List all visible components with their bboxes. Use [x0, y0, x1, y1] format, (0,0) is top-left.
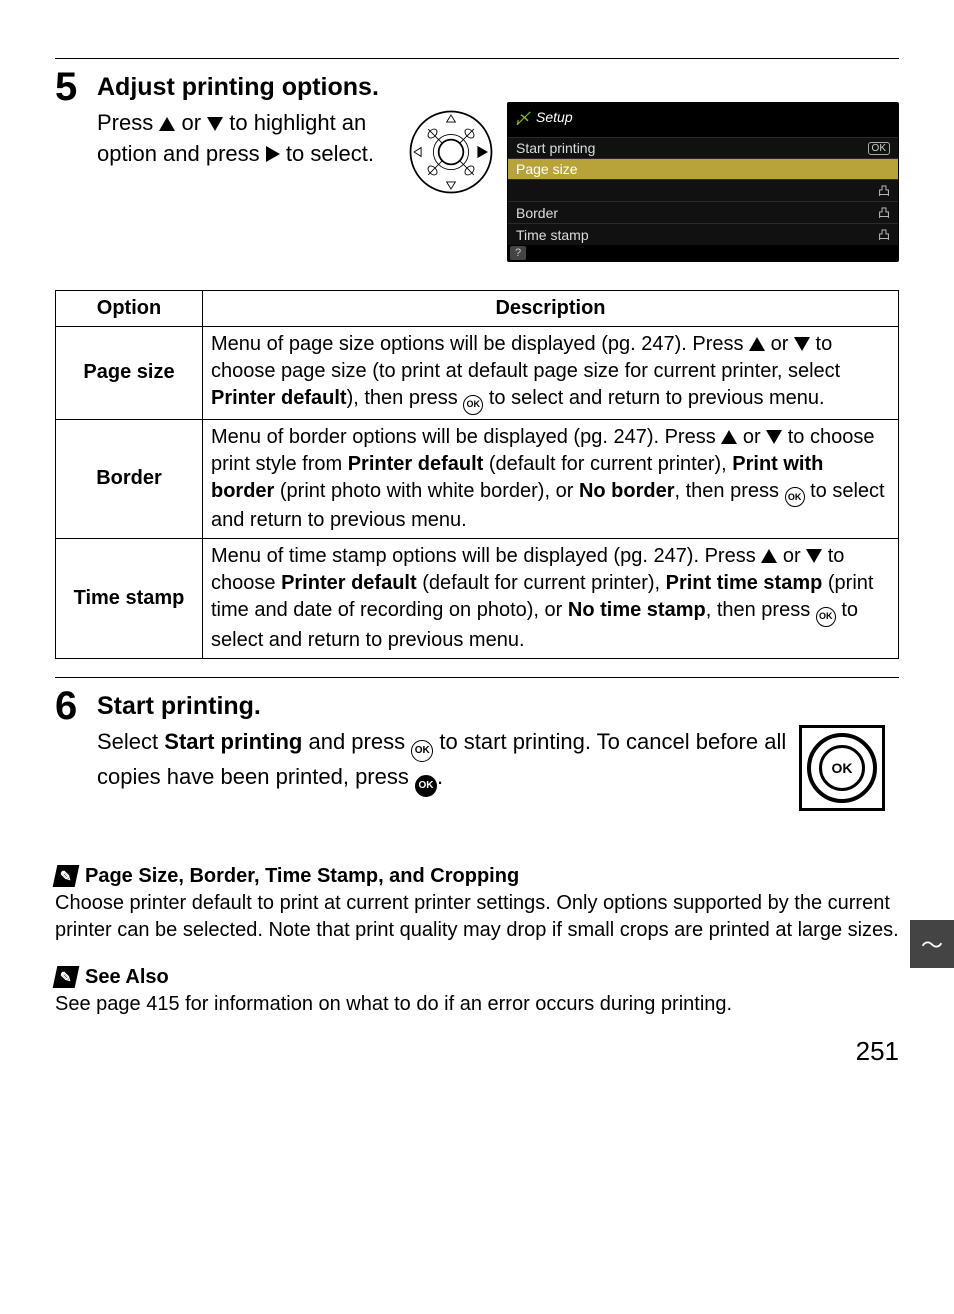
table-row: Border Menu of border options will be di…: [56, 419, 899, 539]
note-heading: Page Size, Border, Time Stamp, and Cropp…: [85, 863, 519, 890]
up-triangle-icon: [761, 549, 777, 563]
lcd-row-label: Time stamp: [516, 227, 589, 243]
description-time-stamp: Menu of time stamp options will be displ…: [203, 539, 899, 659]
down-triangle-icon: [794, 337, 810, 351]
up-triangle-icon: [749, 337, 765, 351]
lcd-title-bar: 〆 Setup: [508, 103, 898, 131]
ok-icon: OK: [816, 607, 836, 627]
lcd-row-label: Start printing: [516, 140, 595, 156]
ok-button-diagram: OK: [799, 721, 899, 811]
lcd-row-label: Border: [516, 205, 558, 221]
printing-options-table: Option Description Page size Menu of pag…: [55, 290, 899, 659]
lock-icon: 凸: [878, 204, 890, 221]
step-5-text: Press or to highlight an option and pres…: [97, 108, 397, 170]
ok-badge-icon: OK: [868, 142, 890, 155]
option-border: Border: [56, 419, 203, 539]
ok-label: OK: [819, 745, 865, 791]
step-6-text: Select Start printing and press OK to st…: [97, 727, 789, 797]
ok-icon: OK: [411, 740, 433, 762]
lcd-row-blank: 凸: [508, 179, 898, 201]
camera-screen-setup: 〆 Setup Start printing OK Page size 凸: [507, 102, 899, 262]
step-number-5: 5: [55, 65, 97, 107]
description-border: Menu of border options will be displayed…: [203, 419, 899, 539]
option-page-size: Page size: [56, 327, 203, 420]
table-row: Time stamp Menu of time stamp options wi…: [56, 539, 899, 659]
step-6-heading: Start printing.: [97, 692, 899, 721]
lcd-row-time-stamp: Time stamp 凸: [508, 223, 898, 245]
multiselector-diagram: [407, 102, 497, 201]
down-triangle-icon: [766, 430, 782, 444]
table-head-description: Description: [203, 291, 899, 327]
lcd-row-page-size: Page size: [508, 158, 898, 179]
table-head-option: Option: [56, 291, 203, 327]
table-row: Page size Menu of page size options will…: [56, 327, 899, 420]
lock-icon: 凸: [878, 182, 890, 199]
note-heading: See Also: [85, 964, 169, 991]
section-tab-icon: 〜: [910, 920, 954, 968]
lcd-row-border: Border 凸: [508, 201, 898, 223]
ok-icon: OK: [463, 395, 483, 415]
ok-icon: OK: [415, 775, 437, 797]
brand-icon: 〆: [514, 105, 530, 129]
help-icon: ?: [510, 246, 526, 260]
step-6: 6 Start printing. Select Start printing …: [55, 684, 899, 811]
lcd-row-start-printing: Start printing OK: [508, 137, 898, 158]
ok-icon: OK: [785, 487, 805, 507]
up-triangle-icon: [721, 430, 737, 444]
text-fragment: to select.: [280, 141, 374, 166]
up-triangle-icon: [159, 117, 175, 131]
step-5-heading: Adjust printing options.: [97, 73, 899, 102]
step-number-6: 6: [55, 684, 97, 726]
text-fragment: or: [175, 110, 207, 135]
step-5: 5 Adjust printing options. Press or to h…: [55, 65, 899, 262]
note-icon: ✎: [53, 966, 80, 988]
description-page-size: Menu of page size options will be displa…: [203, 327, 899, 420]
note-body: See page 415 for information on what to …: [55, 991, 899, 1018]
lcd-title: Setup: [536, 109, 573, 125]
down-triangle-icon: [207, 117, 223, 131]
right-triangle-icon: [266, 146, 280, 162]
note-body: Choose printer default to print at curre…: [55, 890, 899, 944]
note-icon: ✎: [53, 865, 80, 887]
option-time-stamp: Time stamp: [56, 539, 203, 659]
page-number: 251: [55, 1036, 899, 1067]
down-triangle-icon: [806, 549, 822, 563]
lcd-row-label: Page size: [516, 161, 577, 177]
note-see-also: ✎ See Also See page 415 for information …: [55, 964, 899, 1018]
lcd-footer: ?: [508, 245, 898, 261]
note-page-size-border: ✎ Page Size, Border, Time Stamp, and Cro…: [55, 863, 899, 944]
lock-icon: 凸: [878, 226, 890, 243]
text-fragment: Press: [97, 110, 159, 135]
